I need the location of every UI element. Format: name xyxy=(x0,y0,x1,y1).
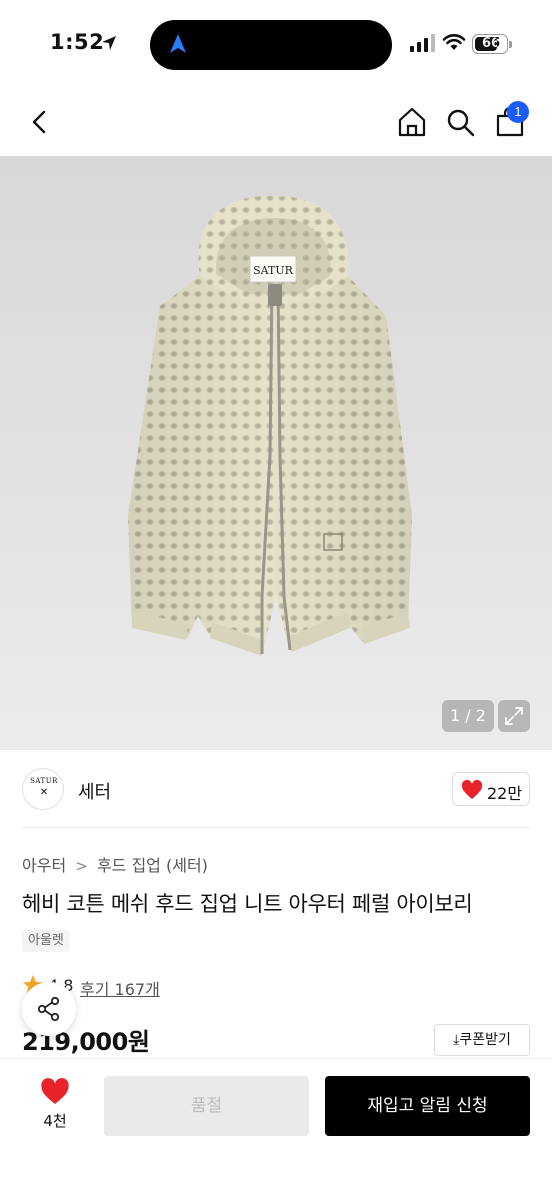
wishlist-heart-icon[interactable] xyxy=(40,1078,70,1106)
product-title: 헤비 코튼 메쉬 후드 집업 니트 아우터 페럴 아이보리 xyxy=(22,892,473,916)
brand-logo-text: SATUR xyxy=(30,777,58,785)
brand-row[interactable]: SATUR ✕ 세터 22만 xyxy=(0,750,552,828)
coupon-label: 쿠폰받기 xyxy=(459,1032,511,1048)
chevron-right-icon: > xyxy=(75,857,88,875)
search-icon[interactable] xyxy=(444,104,476,140)
location-arrow-icon xyxy=(102,36,116,50)
restock-alert-button[interactable]: 재입고 알림 신청 xyxy=(325,1076,530,1136)
navigation-arrow-icon xyxy=(170,34,186,53)
wifi-icon xyxy=(442,34,466,50)
cart-badge: 1 xyxy=(507,101,529,123)
brand-name[interactable]: 세터 xyxy=(78,778,111,804)
image-pager: 1 / 2 xyxy=(442,700,494,732)
battery-icon: 66 xyxy=(472,34,508,54)
status-time: 1:52 xyxy=(50,30,105,54)
brand-like-count: 22만 xyxy=(487,784,523,803)
brand-logo[interactable]: SATUR ✕ xyxy=(22,768,64,810)
soldout-button: 품절 xyxy=(104,1076,309,1136)
divider xyxy=(22,827,530,828)
hoodie-illustration: SATUR xyxy=(128,195,412,656)
brand-logo-mark-icon: ✕ xyxy=(39,787,49,798)
heart-icon xyxy=(461,780,483,799)
breadcrumb-item[interactable]: 아우터 xyxy=(22,856,66,875)
brand-like-button[interactable]: 22만 xyxy=(452,772,530,806)
product-image[interactable]: SATUR xyxy=(0,156,552,750)
wishlist-count: 4천 xyxy=(43,1112,67,1130)
status-bar: 1:52 66 xyxy=(0,0,552,90)
garment-neck-label: SATUR xyxy=(253,264,293,277)
coupon-download-button[interactable]: ⤓쿠폰받기 xyxy=(434,1024,530,1056)
top-nav xyxy=(0,90,552,156)
expand-image-button[interactable] xyxy=(498,700,530,732)
share-icon xyxy=(37,996,60,1022)
battery-level: 66 xyxy=(481,36,501,51)
share-button[interactable] xyxy=(22,982,76,1036)
expand-icon xyxy=(505,707,523,725)
breadcrumb-item[interactable]: 후드 집업 (세터) xyxy=(97,856,208,875)
home-icon[interactable] xyxy=(396,104,428,140)
review-count-link[interactable]: 후기 167개 xyxy=(80,976,160,1000)
breadcrumb: 아우터 > 후드 집업 (세터) xyxy=(22,852,208,876)
outlet-tag: 아울렛 xyxy=(22,930,70,952)
signal-icon xyxy=(410,34,435,52)
back-arrow-icon[interactable] xyxy=(24,104,56,140)
